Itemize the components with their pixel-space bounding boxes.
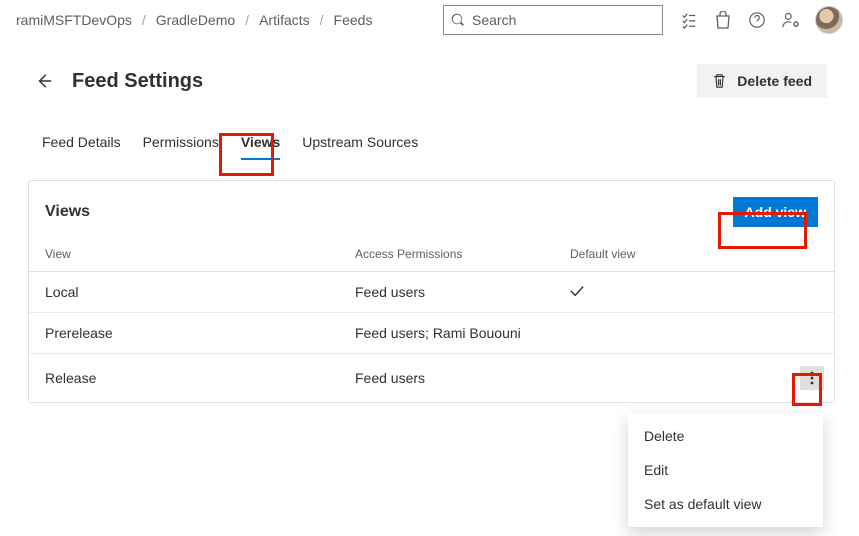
view-name: Prerelease bbox=[29, 313, 339, 354]
trash-icon bbox=[712, 73, 727, 89]
views-table: View Access Permissions Default view Loc… bbox=[29, 239, 834, 402]
col-default[interactable]: Default view bbox=[554, 239, 734, 272]
row-more-button[interactable] bbox=[800, 366, 824, 390]
tab-views[interactable]: Views bbox=[239, 130, 282, 160]
table-row[interactable]: Release Feed users bbox=[29, 354, 834, 403]
back-button[interactable] bbox=[32, 69, 56, 93]
breadcrumb-section[interactable]: Feeds bbox=[334, 12, 373, 28]
menu-delete[interactable]: Delete bbox=[628, 419, 823, 453]
avatar[interactable] bbox=[815, 6, 843, 34]
view-name: Local bbox=[29, 272, 339, 313]
help-icon[interactable] bbox=[747, 10, 767, 30]
breadcrumb-sep: / bbox=[320, 12, 324, 28]
default-check bbox=[554, 272, 734, 313]
row-context-menu: Delete Edit Set as default view bbox=[628, 413, 823, 527]
search-icon bbox=[451, 13, 465, 27]
add-view-button[interactable]: Add view bbox=[733, 197, 818, 227]
table-row[interactable]: Local Feed users bbox=[29, 272, 834, 313]
view-access: Feed users bbox=[339, 272, 554, 313]
breadcrumb-org[interactable]: ramiMSFTDevOps bbox=[16, 12, 132, 28]
user-settings-icon[interactable] bbox=[781, 10, 801, 30]
col-view[interactable]: View bbox=[29, 239, 339, 272]
views-card-title: Views bbox=[45, 203, 733, 221]
view-access: Feed users; Rami Bououni bbox=[339, 313, 554, 354]
tab-permissions[interactable]: Permissions bbox=[141, 130, 221, 160]
page-title: Feed Settings bbox=[72, 70, 697, 93]
search-input[interactable] bbox=[443, 5, 663, 35]
delete-feed-label: Delete feed bbox=[737, 73, 812, 89]
view-name: Release bbox=[29, 354, 339, 403]
delete-feed-button[interactable]: Delete feed bbox=[697, 64, 827, 98]
task-list-icon[interactable] bbox=[679, 10, 699, 30]
tab-upstream-sources[interactable]: Upstream Sources bbox=[300, 130, 420, 160]
breadcrumb-area[interactable]: Artifacts bbox=[259, 12, 310, 28]
arrow-left-icon bbox=[35, 72, 53, 90]
menu-edit[interactable]: Edit bbox=[628, 453, 823, 487]
breadcrumb-sep: / bbox=[142, 12, 146, 28]
checkmark-icon bbox=[570, 285, 584, 297]
breadcrumb: ramiMSFTDevOps / GradleDemo / Artifacts … bbox=[16, 12, 372, 28]
more-vertical-icon bbox=[810, 371, 814, 385]
breadcrumb-project[interactable]: GradleDemo bbox=[156, 12, 235, 28]
table-row[interactable]: Prerelease Feed users; Rami Bououni bbox=[29, 313, 834, 354]
view-access: Feed users bbox=[339, 354, 554, 403]
shopping-bag-icon[interactable] bbox=[713, 10, 733, 30]
col-access[interactable]: Access Permissions bbox=[339, 239, 554, 272]
tabs: Feed Details Permissions Views Upstream … bbox=[0, 106, 859, 170]
tab-feed-details[interactable]: Feed Details bbox=[40, 130, 123, 160]
breadcrumb-sep: / bbox=[245, 12, 249, 28]
menu-set-default[interactable]: Set as default view bbox=[628, 487, 823, 521]
views-card: Views Add view View Access Permissions D… bbox=[28, 180, 835, 403]
